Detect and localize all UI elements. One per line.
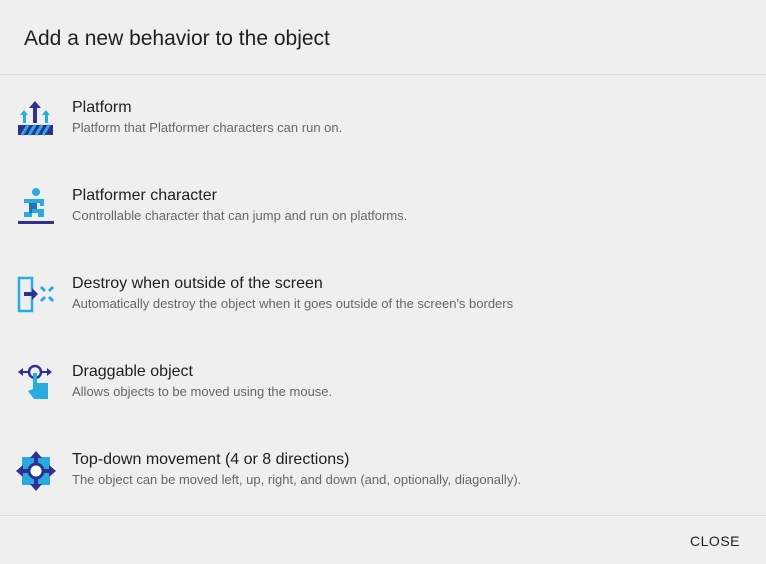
- close-button[interactable]: CLOSE: [690, 533, 740, 549]
- behavior-item-topdown-movement[interactable]: Top-down movement (4 or 8 directions) Th…: [0, 451, 766, 539]
- behavior-description: Platform that Platformer characters can …: [72, 120, 343, 135]
- behavior-name: Top-down movement (4 or 8 directions): [72, 451, 350, 468]
- behavior-description: Controllable character that can jump and…: [72, 208, 408, 223]
- behavior-item-platformer-character[interactable]: Platformer character Controllable charac…: [0, 187, 766, 275]
- behavior-description: The object can be moved left, up, right,…: [72, 472, 522, 487]
- behavior-item-platform[interactable]: Platform Platform that Platformer charac…: [0, 99, 766, 187]
- behavior-description: Allows objects to be moved using the mou…: [72, 384, 333, 399]
- destroy-outside-icon: [17, 276, 54, 313]
- draggable-icon: [18, 364, 52, 399]
- behavior-name: Platformer character: [72, 187, 217, 204]
- behavior-item-destroy-outside[interactable]: Destroy when outside of the screen Autom…: [0, 275, 766, 363]
- dialog-title: Add a new behavior to the object: [24, 27, 330, 50]
- platformer-character-icon: [18, 188, 54, 224]
- topdown-movement-icon: [16, 451, 56, 491]
- behavior-name: Platform: [72, 99, 132, 116]
- platform-icon: [18, 101, 53, 136]
- behavior-name: Draggable object: [72, 363, 193, 380]
- behavior-item-draggable[interactable]: Draggable object Allows objects to be mo…: [0, 363, 766, 451]
- behavior-description: Automatically destroy the object when it…: [72, 296, 514, 311]
- divider: [0, 74, 766, 75]
- divider: [0, 515, 766, 516]
- behavior-name: Destroy when outside of the screen: [72, 275, 323, 292]
